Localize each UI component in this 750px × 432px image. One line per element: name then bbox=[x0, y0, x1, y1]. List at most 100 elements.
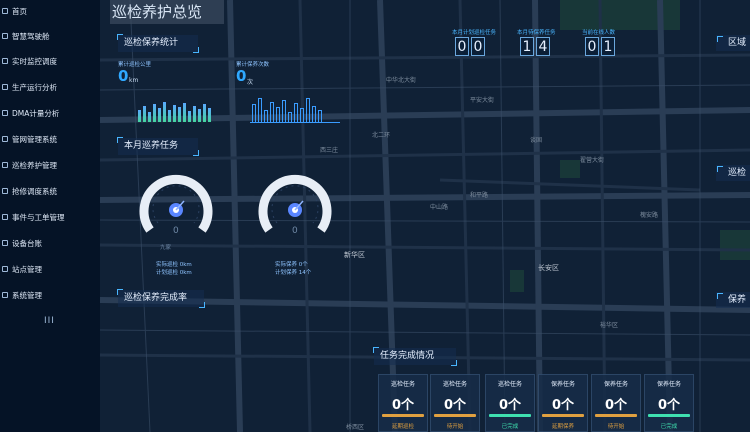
maintain-actual-text: 实际保养 0个 bbox=[275, 262, 308, 268]
sidebar-item-home[interactable]: 首页 bbox=[0, 2, 100, 20]
map-label: 西三庄 bbox=[320, 147, 339, 154]
task-panel-title: 任务完成情况 bbox=[373, 347, 457, 366]
pipe-icon bbox=[2, 136, 8, 142]
inspect-total-unit: km bbox=[129, 77, 139, 84]
map-label: 翟营大街 bbox=[580, 157, 605, 164]
sidebar-item-system[interactable]: 系统管理 bbox=[0, 286, 100, 304]
sidebar-item-label: 管网管理系统 bbox=[12, 134, 57, 144]
counter-label-online: 当前在线人数 bbox=[582, 30, 616, 36]
task-card-title: 保养任务 bbox=[656, 381, 681, 388]
inspect-actual-text: 实际巡检 0km bbox=[156, 262, 192, 268]
map-label: 和平路 bbox=[470, 192, 489, 199]
map-label: 谈固 bbox=[530, 137, 543, 144]
task-card-status: 待开始 bbox=[446, 424, 464, 430]
sidebar-item-repair[interactable]: 抢修调度系统 bbox=[0, 182, 100, 200]
inspect-total-value: 0 bbox=[118, 67, 129, 85]
right-tab-region[interactable]: 区域 bbox=[716, 35, 750, 51]
sidebar-item-label: 站点管理 bbox=[12, 264, 42, 274]
map-label: 新华区 bbox=[344, 251, 365, 259]
task-card-value: 0个 bbox=[443, 398, 467, 413]
inspect-bars-decoration bbox=[138, 100, 213, 122]
task-card-status: 已完成 bbox=[501, 424, 519, 430]
task-card-bar bbox=[382, 414, 424, 417]
home-icon bbox=[2, 8, 8, 14]
maintain-total-value: 0 bbox=[236, 67, 247, 85]
sidebar-item-label: 巡检养护管理 bbox=[12, 160, 57, 170]
map-label: 平安大街 bbox=[470, 97, 495, 104]
sidebar-item-monitor[interactable]: 实时监控调度 bbox=[0, 52, 100, 70]
task-card-inspect-done[interactable]: 巡检任务 0个 已完成 bbox=[485, 374, 535, 432]
task-card-title: 保养任务 bbox=[550, 381, 575, 388]
map-background[interactable] bbox=[0, 0, 750, 432]
sidebar-item-label: 首页 bbox=[12, 6, 27, 16]
task-card-title: 保养任务 bbox=[603, 381, 628, 388]
task-card-title: 巡检任务 bbox=[390, 381, 415, 388]
sidebar-item-label: DMA计量分析 bbox=[12, 108, 60, 118]
sidebar-item-label: 事件与工单管理 bbox=[12, 212, 65, 222]
sidebar-item-events[interactable]: 事件与工单管理 bbox=[0, 208, 100, 226]
cockpit-icon bbox=[2, 33, 8, 39]
sidebar-item-label: 系统管理 bbox=[12, 290, 42, 300]
sidebar-item-label: 设备台账 bbox=[12, 238, 42, 248]
maintain-bars-decoration bbox=[252, 96, 324, 122]
inspection-icon bbox=[2, 162, 8, 168]
sidebar-item-dma[interactable]: DMA计量分析 bbox=[0, 104, 100, 122]
meter-icon bbox=[2, 110, 8, 116]
map-label: 裕华区 bbox=[600, 322, 619, 329]
stats-panel-title: 巡检保养统计 bbox=[117, 34, 199, 53]
sidebar-item-pipeline[interactable]: 管网管理系统 bbox=[0, 130, 100, 148]
task-card-status: 延期巡检 bbox=[391, 424, 414, 430]
right-tab-maintenance[interactable]: 保养 bbox=[716, 292, 750, 308]
gear-icon bbox=[2, 292, 8, 298]
task-card-status: 延期保养 bbox=[551, 424, 574, 430]
task-card-bar bbox=[542, 414, 584, 417]
right-tab-inspection[interactable]: 巡检 bbox=[716, 165, 750, 181]
monthly-panel-title: 本月巡养任务 bbox=[117, 137, 199, 156]
task-card-maintain-pending[interactable]: 保养任务 0个 待开始 bbox=[591, 374, 641, 432]
task-card-bar bbox=[434, 414, 476, 417]
map-label: 北二环 bbox=[372, 132, 391, 139]
sidebar-item-devices[interactable]: 设备台账 bbox=[0, 234, 100, 252]
bars-baseline bbox=[250, 122, 340, 123]
sidebar-item-production[interactable]: 生产运行分析 bbox=[0, 78, 100, 96]
collapse-sidebar-icon[interactable]: III bbox=[44, 316, 55, 326]
task-card-value: 0个 bbox=[551, 398, 575, 413]
counter-digit: 0 bbox=[585, 37, 599, 56]
task-card-bar bbox=[595, 414, 637, 417]
task-card-inspect-delayed[interactable]: 巡检任务 0个 延期巡检 bbox=[378, 374, 428, 432]
task-card-status: 已完成 bbox=[660, 424, 678, 430]
map-label: 长安区 bbox=[538, 264, 559, 272]
sidebar-item-label: 生产运行分析 bbox=[12, 82, 57, 92]
task-card-value: 0个 bbox=[604, 398, 628, 413]
task-card-title: 巡检任务 bbox=[442, 381, 467, 388]
counter-digit: 1 bbox=[520, 37, 534, 56]
task-card-maintain-done[interactable]: 保养任务 0个 已完成 bbox=[644, 374, 694, 432]
counter-digit: 0 bbox=[455, 37, 469, 56]
maintain-gauge-value: 0 bbox=[292, 226, 298, 236]
sidebar-item-inspection[interactable]: 巡检养护管理 bbox=[0, 156, 100, 174]
maintain-total-unit: 次 bbox=[247, 79, 254, 86]
device-icon bbox=[2, 240, 8, 246]
page-title: 巡检养护总览 bbox=[110, 0, 224, 24]
task-card-inspect-pending[interactable]: 巡检任务 0个 待开始 bbox=[430, 374, 480, 432]
monitor-icon bbox=[2, 58, 8, 64]
task-card-bar bbox=[489, 414, 531, 417]
counter-digit: 1 bbox=[601, 37, 615, 56]
counter-label-maintain: 本月待保养任务 bbox=[517, 30, 556, 36]
sidebar-nav: 首页 智慧驾驶舱 实时监控调度 生产运行分析 DMA计量分析 管网管理系统 巡检… bbox=[0, 0, 100, 432]
map-label: 桥西区 bbox=[346, 424, 365, 431]
map-label: 槐安路 bbox=[640, 212, 659, 219]
inspect-gauge-value: 0 bbox=[173, 226, 179, 236]
map-label: 中华北大街 bbox=[386, 77, 417, 84]
task-card-value: 0个 bbox=[657, 398, 681, 413]
chart-icon bbox=[2, 84, 8, 90]
sidebar-item-label: 实时监控调度 bbox=[12, 56, 57, 66]
inspect-gauge-sub: 九家 bbox=[160, 245, 172, 251]
counter-digit: 4 bbox=[536, 37, 550, 56]
sidebar-item-stations[interactable]: 站点管理 bbox=[0, 260, 100, 278]
completion-panel-title: 巡检保养完成率 bbox=[117, 289, 205, 308]
wrench-icon bbox=[2, 188, 8, 194]
maintain-plan-text: 计划保养 14个 bbox=[275, 270, 312, 276]
task-card-maintain-delayed[interactable]: 保养任务 0个 延期保养 bbox=[538, 374, 588, 432]
sidebar-item-cockpit[interactable]: 智慧驾驶舱 bbox=[0, 27, 100, 45]
